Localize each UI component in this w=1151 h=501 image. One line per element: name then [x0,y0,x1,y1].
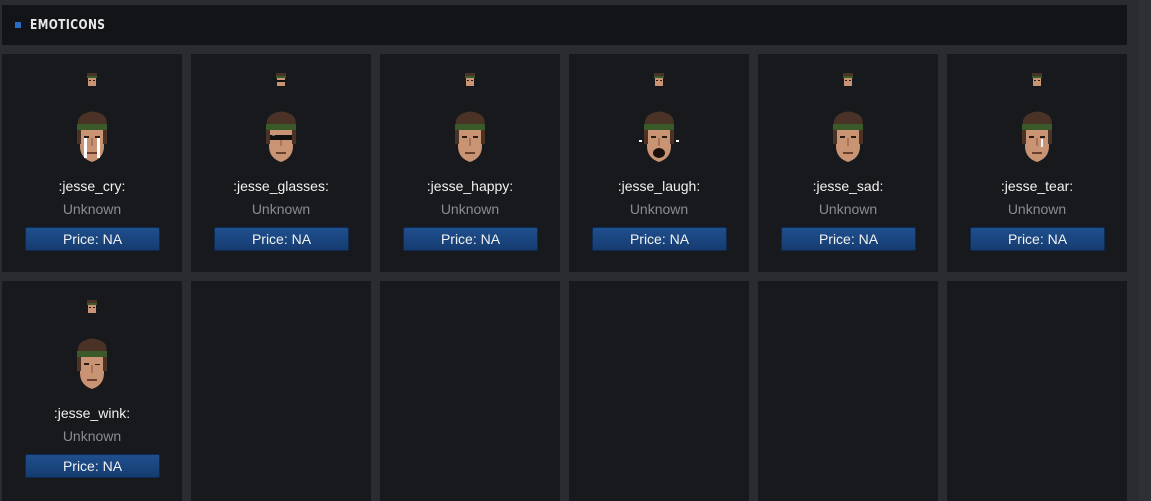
emoticon-rarity: Unknown [62,201,122,217]
emoticon-name: :jesse_tear: [1000,178,1074,194]
jesse-cry-thumb-icon [87,73,97,86]
jesse-wink-icon [77,338,107,389]
emoticon-card[interactable]: :jesse_cry: Unknown Price: NA [2,54,182,272]
jesse-tear-thumb-icon [1032,73,1042,86]
empty-card [758,281,938,501]
price-button[interactable]: Price: NA [970,227,1105,251]
price-label: Price: NA [62,458,123,474]
price-button[interactable]: Price: NA [403,227,538,251]
emoticon-card[interactable]: :jesse_tear: Unknown Price: NA [947,54,1127,272]
price-button[interactable]: Price: NA [592,227,727,251]
jesse-glasses-icon [266,111,296,162]
empty-card [380,281,560,501]
emoticon-card[interactable]: :jesse_glasses: Unknown Price: NA [191,54,371,272]
jesse-laugh-icon [639,111,679,162]
jesse-happy-icon [455,111,485,162]
empty-card [947,281,1127,501]
empty-card [191,281,371,501]
jesse-glasses-thumb-icon [276,73,286,86]
price-label: Price: NA [818,231,879,247]
price-button[interactable]: Price: NA [214,227,349,251]
emoticon-card[interactable]: :jesse_wink: Unknown Price: NA [2,281,182,501]
jesse-sad-icon [833,111,863,162]
emoticon-name: :jesse_glasses: [233,178,329,194]
price-label: Price: NA [251,231,312,247]
emoticon-name: :jesse_sad: [812,178,884,194]
price-label: Price: NA [629,231,690,247]
emoticon-name: :jesse_laugh: [617,178,701,194]
emoticon-rarity: Unknown [629,201,689,217]
jesse-happy-thumb-icon [465,73,475,86]
jesse-tear-icon [1022,111,1052,162]
price-button[interactable]: Price: NA [781,227,916,251]
scrollbar[interactable] [1139,0,1151,501]
price-label: Price: NA [440,231,501,247]
emoticon-rarity: Unknown [251,201,311,217]
section-header: EMOTICONS [2,5,1127,45]
emoticon-card[interactable]: :jesse_happy: Unknown Price: NA [380,54,560,272]
jesse-laugh-thumb-icon [654,73,664,86]
emoticon-name: :jesse_wink: [53,405,131,421]
emoticon-card[interactable]: :jesse_laugh: Unknown Price: NA [569,54,749,272]
emoticon-name: :jesse_happy: [426,178,514,194]
emoticon-rarity: Unknown [1007,201,1067,217]
emoticon-card[interactable]: :jesse_sad: Unknown Price: NA [758,54,938,272]
section-title: EMOTICONS [30,17,106,33]
emoticon-rarity: Unknown [62,428,122,444]
jesse-cry-icon [77,111,107,162]
empty-card [569,281,749,501]
price-button[interactable]: Price: NA [25,454,160,478]
jesse-sad-thumb-icon [843,73,853,86]
price-label: Price: NA [1007,231,1068,247]
emoticons-panel: EMOTICONS :jesse_cry: Unknown Price: NA … [0,0,1130,501]
header-square-icon [15,22,21,28]
price-button[interactable]: Price: NA [25,227,160,251]
emoticon-name: :jesse_cry: [58,178,126,194]
price-label: Price: NA [62,231,123,247]
jesse-wink-thumb-icon [87,300,97,313]
emoticon-rarity: Unknown [440,201,500,217]
emoticon-rarity: Unknown [818,201,878,217]
